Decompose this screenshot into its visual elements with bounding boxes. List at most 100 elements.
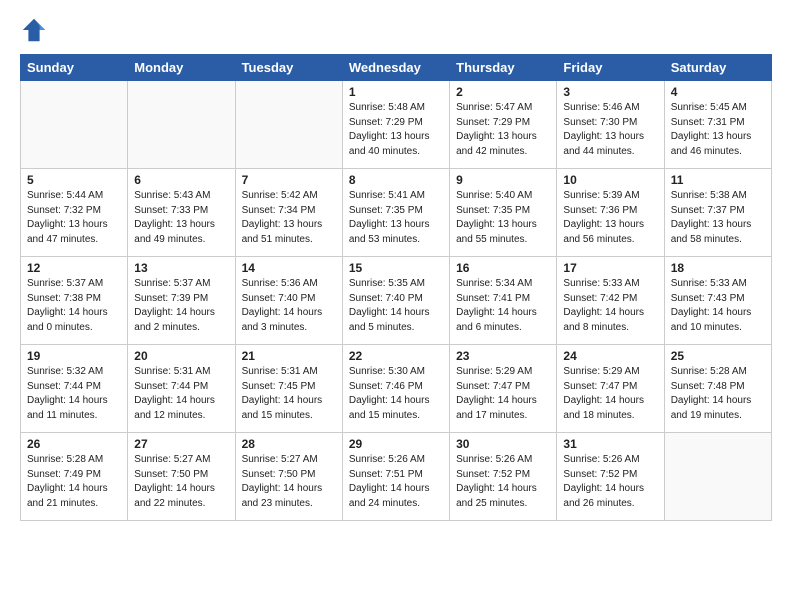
day-number: 26	[27, 437, 121, 451]
day-number: 11	[671, 173, 765, 187]
day-info: Sunrise: 5:46 AM Sunset: 7:30 PM Dayligh…	[563, 101, 657, 159]
day-number: 24	[563, 349, 657, 363]
calendar-cell: 20 Sunrise: 5:31 AM Sunset: 7:44 PM Dayli…	[128, 345, 235, 433]
day-info: Sunrise: 5:48 AM Sunset: 7:29 PM Dayligh…	[349, 101, 443, 159]
calendar-cell: 14Sunrise: 5:36 AM Sunset: 7:40 PM Dayli…	[235, 257, 342, 345]
day-number: 27	[134, 437, 228, 451]
day-number: 23	[456, 349, 550, 363]
calendar-cell: 17 Sunrise: 5:33 AM Sunset: 7:42 PM Dayli…	[557, 257, 664, 345]
day-number: 28	[242, 437, 336, 451]
calendar-cell: 10 Sunrise: 5:39 AM Sunset: 7:36 PM Dayli…	[557, 169, 664, 257]
calendar-cell: 4 Sunrise: 5:45 AM Sunset: 7:31 PM Daylig…	[664, 81, 771, 169]
calendar-cell: 12 Sunrise: 5:37 AM Sunset: 7:38 PM Dayli…	[21, 257, 128, 345]
day-number: 12	[27, 261, 121, 275]
calendar-cell: 16 Sunrise: 5:34 AM Sunset: 7:41 PM Dayli…	[450, 257, 557, 345]
day-info: Sunrise: 5:47 AM Sunset: 7:29 PM Dayligh…	[456, 101, 550, 159]
day-info: Sunrise: 5:39 AM Sunset: 7:36 PM Dayligh…	[563, 189, 657, 247]
day-number: 19	[27, 349, 121, 363]
calendar-cell: 28Sunrise: 5:27 AM Sunset: 7:50 PM Dayli…	[235, 433, 342, 521]
day-info: Sunrise: 5:31 AM Sunset: 7:45 PM Dayligh…	[242, 365, 336, 423]
day-info: Sunrise: 5:29 AM Sunset: 7:47 PM Dayligh…	[563, 365, 657, 423]
calendar-cell: 31 Sunrise: 5:26 AM Sunset: 7:52 PM Dayli…	[557, 433, 664, 521]
calendar-cell: 23 Sunrise: 5:29 AM Sunset: 7:47 PM Dayli…	[450, 345, 557, 433]
weekday-header: Sunday	[21, 55, 128, 81]
calendar-week-row: 1 Sunrise: 5:48 AM Sunset: 7:29 PM Daylig…	[21, 81, 772, 169]
weekday-header: Friday	[557, 55, 664, 81]
day-info: Sunrise: 5:34 AM Sunset: 7:41 PM Dayligh…	[456, 277, 550, 335]
day-info: Sunrise: 5:30 AM Sunset: 7:46 PM Dayligh…	[349, 365, 443, 423]
calendar-cell: 3Sunrise: 5:46 AM Sunset: 7:30 PM Daylig…	[557, 81, 664, 169]
day-info: Sunrise: 5:37 AM Sunset: 7:39 PM Dayligh…	[134, 277, 228, 335]
weekday-header: Wednesday	[342, 55, 449, 81]
calendar-cell: 7 Sunrise: 5:42 AM Sunset: 7:34 PM Daylig…	[235, 169, 342, 257]
day-number: 31	[563, 437, 657, 451]
day-number: 17	[563, 261, 657, 275]
day-number: 18	[671, 261, 765, 275]
day-info: Sunrise: 5:41 AM Sunset: 7:35 PM Dayligh…	[349, 189, 443, 247]
calendar-cell: 24 Sunrise: 5:29 AM Sunset: 7:47 PM Dayli…	[557, 345, 664, 433]
day-info: Sunrise: 5:31 AM Sunset: 7:44 PM Dayligh…	[134, 365, 228, 423]
weekday-header: Tuesday	[235, 55, 342, 81]
day-info: Sunrise: 5:43 AM Sunset: 7:33 PM Dayligh…	[134, 189, 228, 247]
calendar-week-row: 12 Sunrise: 5:37 AM Sunset: 7:38 PM Dayli…	[21, 257, 772, 345]
day-info: Sunrise: 5:35 AM Sunset: 7:40 PM Dayligh…	[349, 277, 443, 335]
day-number: 21	[242, 349, 336, 363]
day-info: Sunrise: 5:26 AM Sunset: 7:52 PM Dayligh…	[563, 453, 657, 511]
logo-icon	[20, 16, 48, 44]
weekday-header-row: SundayMondayTuesdayWednesdayThursdayFrid…	[21, 55, 772, 81]
calendar-cell: 18 Sunrise: 5:33 AM Sunset: 7:43 PM Dayli…	[664, 257, 771, 345]
day-info: Sunrise: 5:28 AM Sunset: 7:49 PM Dayligh…	[27, 453, 121, 511]
day-number: 5	[27, 173, 121, 187]
day-info: Sunrise: 5:42 AM Sunset: 7:34 PM Dayligh…	[242, 189, 336, 247]
day-info: Sunrise: 5:40 AM Sunset: 7:35 PM Dayligh…	[456, 189, 550, 247]
calendar-cell: 2 Sunrise: 5:47 AM Sunset: 7:29 PM Daylig…	[450, 81, 557, 169]
day-info: Sunrise: 5:29 AM Sunset: 7:47 PM Dayligh…	[456, 365, 550, 423]
calendar-cell	[235, 81, 342, 169]
calendar-cell: 22 Sunrise: 5:30 AM Sunset: 7:46 PM Dayli…	[342, 345, 449, 433]
day-info: Sunrise: 5:27 AM Sunset: 7:50 PM Dayligh…	[134, 453, 228, 511]
calendar-week-row: 5Sunrise: 5:44 AM Sunset: 7:32 PM Daylig…	[21, 169, 772, 257]
day-number: 8	[349, 173, 443, 187]
calendar-cell: 27 Sunrise: 5:27 AM Sunset: 7:50 PM Dayli…	[128, 433, 235, 521]
day-info: Sunrise: 5:37 AM Sunset: 7:38 PM Dayligh…	[27, 277, 121, 335]
day-number: 15	[349, 261, 443, 275]
calendar-cell	[128, 81, 235, 169]
calendar-cell: 1 Sunrise: 5:48 AM Sunset: 7:29 PM Daylig…	[342, 81, 449, 169]
calendar-cell: 9 Sunrise: 5:40 AM Sunset: 7:35 PM Daylig…	[450, 169, 557, 257]
calendar-cell: 5Sunrise: 5:44 AM Sunset: 7:32 PM Daylig…	[21, 169, 128, 257]
day-number: 25	[671, 349, 765, 363]
calendar-cell: 25 Sunrise: 5:28 AM Sunset: 7:48 PM Dayli…	[664, 345, 771, 433]
calendar-week-row: 26 Sunrise: 5:28 AM Sunset: 7:49 PM Dayli…	[21, 433, 772, 521]
day-number: 2	[456, 85, 550, 99]
weekday-header: Monday	[128, 55, 235, 81]
day-number: 6	[134, 173, 228, 187]
day-info: Sunrise: 5:26 AM Sunset: 7:51 PM Dayligh…	[349, 453, 443, 511]
day-number: 20	[134, 349, 228, 363]
day-number: 16	[456, 261, 550, 275]
day-number: 30	[456, 437, 550, 451]
day-number: 22	[349, 349, 443, 363]
day-number: 13	[134, 261, 228, 275]
calendar-cell: 30Sunrise: 5:26 AM Sunset: 7:52 PM Dayli…	[450, 433, 557, 521]
day-number: 9	[456, 173, 550, 187]
calendar-cell: 29 Sunrise: 5:26 AM Sunset: 7:51 PM Dayli…	[342, 433, 449, 521]
day-info: Sunrise: 5:45 AM Sunset: 7:31 PM Dayligh…	[671, 101, 765, 159]
calendar-cell: 15 Sunrise: 5:35 AM Sunset: 7:40 PM Dayli…	[342, 257, 449, 345]
day-info: Sunrise: 5:28 AM Sunset: 7:48 PM Dayligh…	[671, 365, 765, 423]
page-header	[20, 16, 772, 44]
day-number: 29	[349, 437, 443, 451]
day-info: Sunrise: 5:33 AM Sunset: 7:42 PM Dayligh…	[563, 277, 657, 335]
day-number: 14	[242, 261, 336, 275]
day-info: Sunrise: 5:32 AM Sunset: 7:44 PM Dayligh…	[27, 365, 121, 423]
calendar-cell: 8 Sunrise: 5:41 AM Sunset: 7:35 PM Daylig…	[342, 169, 449, 257]
calendar-cell: 19 Sunrise: 5:32 AM Sunset: 7:44 PM Dayli…	[21, 345, 128, 433]
calendar-cell: 6 Sunrise: 5:43 AM Sunset: 7:33 PM Daylig…	[128, 169, 235, 257]
calendar-cell: 21 Sunrise: 5:31 AM Sunset: 7:45 PM Dayli…	[235, 345, 342, 433]
calendar-cell	[664, 433, 771, 521]
calendar-cell	[21, 81, 128, 169]
day-info: Sunrise: 5:33 AM Sunset: 7:43 PM Dayligh…	[671, 277, 765, 335]
day-number: 4	[671, 85, 765, 99]
day-number: 1	[349, 85, 443, 99]
day-number: 7	[242, 173, 336, 187]
day-number: 10	[563, 173, 657, 187]
